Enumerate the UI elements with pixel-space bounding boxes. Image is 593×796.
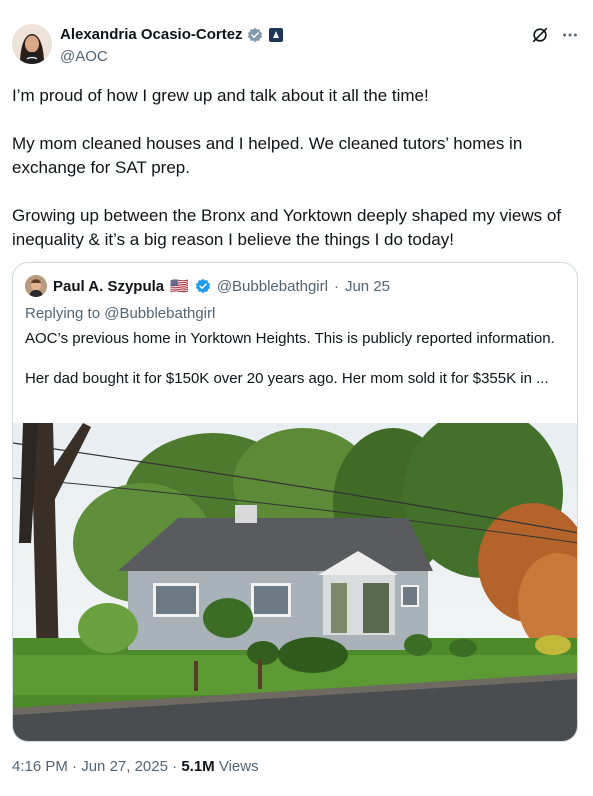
blue-verified-badge-icon[interactable]: [195, 278, 211, 294]
author-handle[interactable]: @AOC: [60, 48, 108, 65]
tweet-footer: 4:16 PM · Jun 27, 2025 · 5.1M Views: [12, 758, 259, 775]
author-display-name[interactable]: Alexandria Ocasio-Cortez: [60, 26, 243, 43]
house-photo[interactable]: [13, 408, 577, 741]
tweet-date[interactable]: Jun 27, 2025: [81, 758, 168, 775]
government-affiliation-icon[interactable]: [268, 27, 283, 42]
quote-paragraph: AOC’s previous home in Yorktown Heights.…: [25, 330, 555, 347]
grok-icon[interactable]: [531, 26, 549, 49]
tweet-header: Alexandria Ocasio-Cortez @AOC: [12, 22, 579, 68]
quoted-tweet-card[interactable]: Paul A. Szypula 🇺🇸 @Bubblebathgirl · Jun…: [12, 262, 578, 742]
quote-author-handle[interactable]: @Bubblebathgirl: [217, 278, 328, 295]
quote-date[interactable]: Jun 25: [345, 278, 390, 295]
views-label: Views: [214, 758, 259, 775]
gray-verified-badge-icon[interactable]: [247, 27, 263, 43]
quote-text: AOC’s previous home in Yorktown Heights.…: [25, 329, 565, 409]
quote-author-name[interactable]: Paul A. Szypula: [53, 278, 164, 295]
tweet-time[interactable]: 4:16 PM: [12, 758, 68, 775]
quote-paragraph: Her dad bought it for $150K over 20 year…: [25, 370, 549, 387]
quote-separator: ·: [333, 277, 339, 295]
us-flag-emoji: 🇺🇸: [170, 278, 189, 295]
author-avatar[interactable]: [12, 24, 52, 64]
more-options-icon[interactable]: [561, 26, 579, 49]
tweet-paragraph: My mom cleaned houses and I helped. We c…: [12, 134, 523, 177]
quote-author-avatar[interactable]: [25, 275, 47, 297]
footer-separator: ·: [167, 758, 182, 775]
header-actions: [531, 26, 579, 49]
quote-header: Paul A. Szypula 🇺🇸 @Bubblebathgirl · Jun…: [25, 275, 390, 297]
views-count[interactable]: 5.1M: [181, 758, 214, 775]
tweet-text: I’m proud of how I grew up and talk abou…: [12, 84, 582, 276]
author-name-row: Alexandria Ocasio-Cortez: [60, 26, 283, 43]
tweet-paragraph: Growing up between the Bronx and Yorktow…: [12, 206, 562, 249]
tweet-paragraph: I’m proud of how I grew up and talk abou…: [12, 86, 429, 105]
quote-replying-to[interactable]: Replying to @Bubblebathgirl: [25, 305, 215, 322]
footer-separator: ·: [67, 758, 82, 775]
